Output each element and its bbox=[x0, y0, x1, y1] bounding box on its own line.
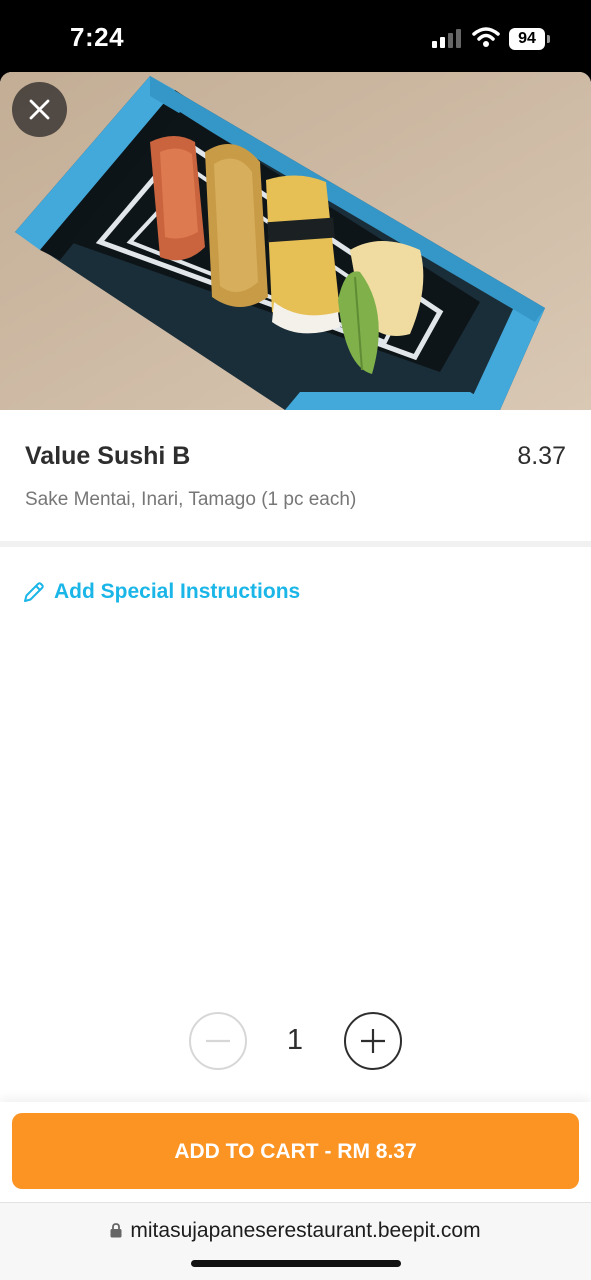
add-to-cart-button[interactable]: ADD TO CART - RM 8.37 bbox=[12, 1113, 579, 1189]
status-time: 7:24 bbox=[70, 22, 125, 52]
minus-icon bbox=[206, 1039, 230, 1043]
url-container[interactable]: mitasujapaneserestaurant.beepit.com bbox=[0, 1219, 591, 1243]
increase-quantity-button[interactable] bbox=[344, 1012, 402, 1070]
quantity-value: 1 bbox=[286, 1024, 304, 1056]
plus-icon bbox=[361, 1029, 385, 1053]
signal-icon bbox=[432, 29, 461, 48]
home-indicator bbox=[191, 1260, 401, 1267]
product-price: 8.37 bbox=[517, 442, 566, 470]
browser-url-bar: mitasujapaneserestaurant.beepit.com bbox=[0, 1202, 591, 1280]
product-description: Sake Mentai, Inari, Tamago (1 pc each) bbox=[25, 489, 357, 510]
status-bar: 7:24 94 bbox=[0, 0, 591, 72]
close-button[interactable] bbox=[12, 82, 67, 137]
product-name: Value Sushi B bbox=[25, 442, 191, 470]
sushi-platter-photo bbox=[0, 72, 591, 410]
battery-indicator: 94 bbox=[509, 28, 551, 50]
battery-level: 94 bbox=[509, 28, 545, 50]
url-text: mitasujapaneserestaurant.beepit.com bbox=[130, 1219, 481, 1242]
quantity-stepper: 1 bbox=[189, 1012, 402, 1070]
pencil-icon bbox=[24, 582, 44, 602]
section-divider bbox=[0, 541, 591, 547]
wifi-icon bbox=[472, 27, 500, 47]
decrease-quantity-button[interactable] bbox=[189, 1012, 247, 1070]
battery-nub bbox=[547, 35, 550, 43]
cart-footer: ADD TO CART - RM 8.37 bbox=[0, 1102, 591, 1202]
add-special-instructions-button[interactable]: Add Special Instructions bbox=[22, 577, 300, 607]
product-sheet: Value Sushi B 8.37 Sake Mentai, Inari, T… bbox=[0, 72, 591, 1280]
special-instructions-label: Add Special Instructions bbox=[54, 580, 301, 603]
lock-icon bbox=[110, 1223, 122, 1238]
close-icon bbox=[29, 99, 50, 120]
product-image bbox=[0, 72, 591, 410]
